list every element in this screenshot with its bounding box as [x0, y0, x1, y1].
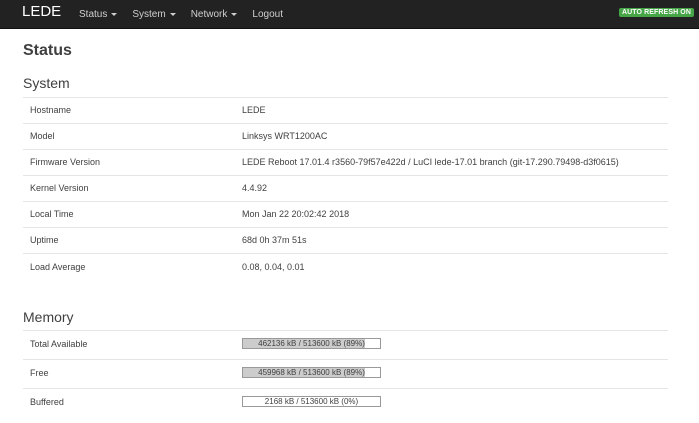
chevron-down-icon: [111, 13, 118, 16]
model-label: Model: [30, 131, 55, 141]
table-row: Load Average 0.08, 0.04, 0.01: [23, 254, 668, 279]
chevron-down-icon: [169, 13, 176, 16]
table-row: Model Linksys WRT1200AC: [23, 124, 668, 150]
system-heading: System: [23, 75, 70, 91]
menu-status-label: Status: [79, 8, 108, 20]
auto-refresh-badge[interactable]: AUTO REFRESH ON: [618, 8, 694, 17]
free-text: 459968 kB / 513600 kB (89%): [258, 368, 365, 377]
uptime-value: 68d 0h 37m 51s: [242, 235, 307, 245]
table-row: Kernel Version 4.4.92: [23, 176, 668, 202]
model-value: Linksys WRT1200AC: [242, 131, 328, 141]
table-row: Local Time Mon Jan 22 20:02:42 2018: [23, 202, 668, 228]
menu-status[interactable]: Status: [79, 8, 118, 20]
free-bar: 459968 kB / 513600 kB (89%): [242, 367, 381, 378]
table-row: Free 459968 kB / 513600 kB (89%): [23, 360, 668, 389]
kernel-value: 4.4.92: [242, 183, 268, 193]
page-title: Status: [23, 42, 72, 59]
menu-logout[interactable]: Logout: [252, 9, 283, 20]
total-available-text: 462136 kB / 513600 kB (89%): [258, 339, 365, 348]
menu-system-label: System: [132, 8, 166, 20]
menu-logout-label: Logout: [252, 8, 283, 20]
firmware-label: Firmware Version: [30, 157, 101, 167]
menu-system[interactable]: System: [132, 8, 176, 20]
kernel-label: Kernel Version: [30, 183, 89, 193]
total-available-label: Total Available: [30, 339, 88, 349]
memory-heading: Memory: [23, 309, 74, 325]
memory-table: Total Available 462136 kB / 513600 kB (8…: [23, 331, 668, 417]
table-row: Uptime 68d 0h 37m 51s: [23, 228, 668, 254]
table-row: Hostname LEDE: [23, 98, 668, 124]
table-row: Firmware Version LEDE Reboot 17.01.4 r35…: [23, 150, 668, 176]
total-available-bar: 462136 kB / 513600 kB (89%): [242, 338, 381, 349]
brand-logo[interactable]: LEDE: [22, 3, 61, 20]
hostname-value: LEDE: [242, 105, 266, 115]
menu-network[interactable]: Network: [191, 9, 238, 20]
main-menu: Status System Network Logout: [79, 0, 298, 28]
load-average-value: 0.08, 0.04, 0.01: [242, 262, 305, 272]
buffered-bar: 2168 kB / 513600 kB (0%): [242, 396, 381, 407]
chevron-down-icon: [231, 13, 238, 16]
free-label: Free: [30, 368, 49, 378]
table-row: Buffered 2168 kB / 513600 kB (0%): [23, 389, 668, 417]
hostname-label: Hostname: [30, 105, 72, 115]
local-time-value: Mon Jan 22 20:02:42 2018: [242, 209, 350, 219]
system-table: Hostname LEDE Model Linksys WRT1200AC Fi…: [23, 98, 668, 279]
load-average-label: Load Average: [30, 262, 86, 272]
local-time-label: Local Time: [30, 209, 74, 219]
uptime-label: Uptime: [30, 235, 59, 245]
buffered-label: Buffered: [30, 397, 64, 407]
buffered-text: 2168 kB / 513600 kB (0%): [264, 397, 359, 406]
navbar: LEDE Status System Network Logout AUTO R…: [0, 0, 699, 29]
table-row: Total Available 462136 kB / 513600 kB (8…: [23, 331, 668, 360]
menu-network-label: Network: [190, 8, 228, 20]
firmware-value: LEDE Reboot 17.01.4 r3560-79f57e422d / L…: [242, 157, 619, 167]
